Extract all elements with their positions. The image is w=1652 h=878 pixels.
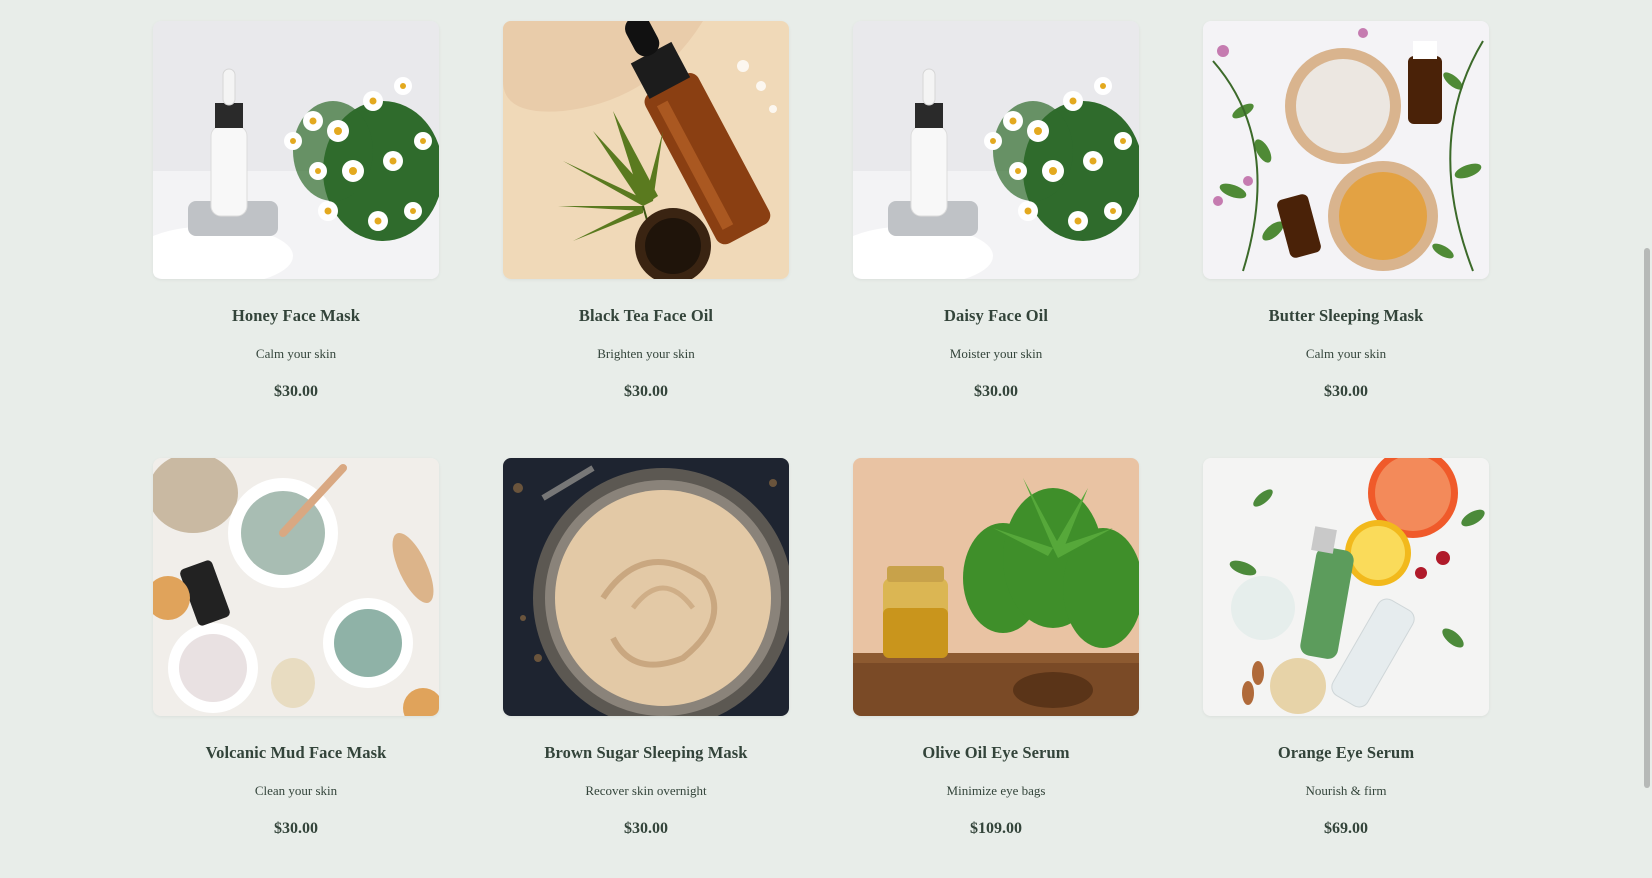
product-description: Nourish & firm [1305, 783, 1387, 798]
serum-daisy-image [853, 21, 1139, 279]
product-description: Calm your skin [1305, 346, 1387, 361]
product-name[interactable]: Honey Face Mask [153, 306, 439, 326]
product-image[interactable] [853, 21, 1139, 279]
product-name[interactable]: Volcanic Mud Face Mask [153, 743, 439, 763]
product-price: $30.00 [274, 820, 318, 837]
product-card[interactable]: Butter Sleeping Mask Calm your skin $30.… [1203, 21, 1489, 458]
product-image[interactable] [153, 458, 439, 716]
product-image[interactable] [153, 21, 439, 279]
product-price: $69.00 [1324, 820, 1368, 837]
product-name[interactable]: Olive Oil Eye Serum [853, 743, 1139, 763]
product-grid: Honey Face Mask Calm your skin $30.00 Bl… [153, 21, 1489, 878]
product-description: Minimize eye bags [946, 783, 1046, 798]
citrus-bottles-image [1203, 458, 1489, 716]
product-description: Brighten your skin [597, 346, 695, 361]
product-image[interactable] [503, 458, 789, 716]
product-price: $30.00 [624, 820, 668, 837]
cream-jar-image [503, 458, 789, 716]
product-card[interactable]: Brown Sugar Sleeping Mask Recover skin o… [503, 458, 789, 878]
product-image[interactable] [1203, 21, 1489, 279]
product-card[interactable]: Volcanic Mud Face Mask Clean your skin $… [153, 458, 439, 878]
product-image[interactable] [853, 458, 1139, 716]
product-name[interactable]: Orange Eye Serum [1203, 743, 1489, 763]
product-name[interactable]: Black Tea Face Oil [503, 306, 789, 326]
product-image[interactable] [1203, 458, 1489, 716]
product-card[interactable]: Honey Face Mask Calm your skin $30.00 [153, 21, 439, 458]
scrollbar-thumb[interactable] [1644, 248, 1650, 788]
product-price: $30.00 [624, 383, 668, 400]
product-card[interactable]: Daisy Face Oil Moister your skin $30.00 [853, 21, 1139, 458]
serum-daisy-image [153, 21, 439, 279]
product-price: $30.00 [1324, 383, 1368, 400]
product-description: Clean your skin [254, 783, 338, 798]
product-description: Recover skin overnight [585, 783, 707, 798]
product-name[interactable]: Brown Sugar Sleeping Mask [503, 743, 789, 763]
product-name[interactable]: Daisy Face Oil [853, 306, 1139, 326]
product-description: Moister your skin [949, 346, 1043, 361]
product-price: $109.00 [970, 820, 1022, 837]
product-image[interactable] [503, 21, 789, 279]
page-scrollbar[interactable] [1638, 0, 1652, 852]
amber-dropper-image [503, 21, 789, 279]
product-card[interactable]: Orange Eye Serum Nourish & firm $69.00 [1203, 458, 1489, 878]
product-description: Calm your skin [255, 346, 337, 361]
clay-bowls-herbs-image [1203, 21, 1489, 279]
product-card[interactable]: Olive Oil Eye Serum Minimize eye bags $1… [853, 458, 1139, 878]
product-price: $30.00 [274, 383, 318, 400]
green-clay-bowls-image [153, 458, 439, 716]
product-price: $30.00 [974, 383, 1018, 400]
product-name[interactable]: Butter Sleeping Mask [1203, 306, 1489, 326]
oil-jar-plant-image [853, 458, 1139, 716]
product-card[interactable]: Black Tea Face Oil Brighten your skin $3… [503, 21, 789, 458]
